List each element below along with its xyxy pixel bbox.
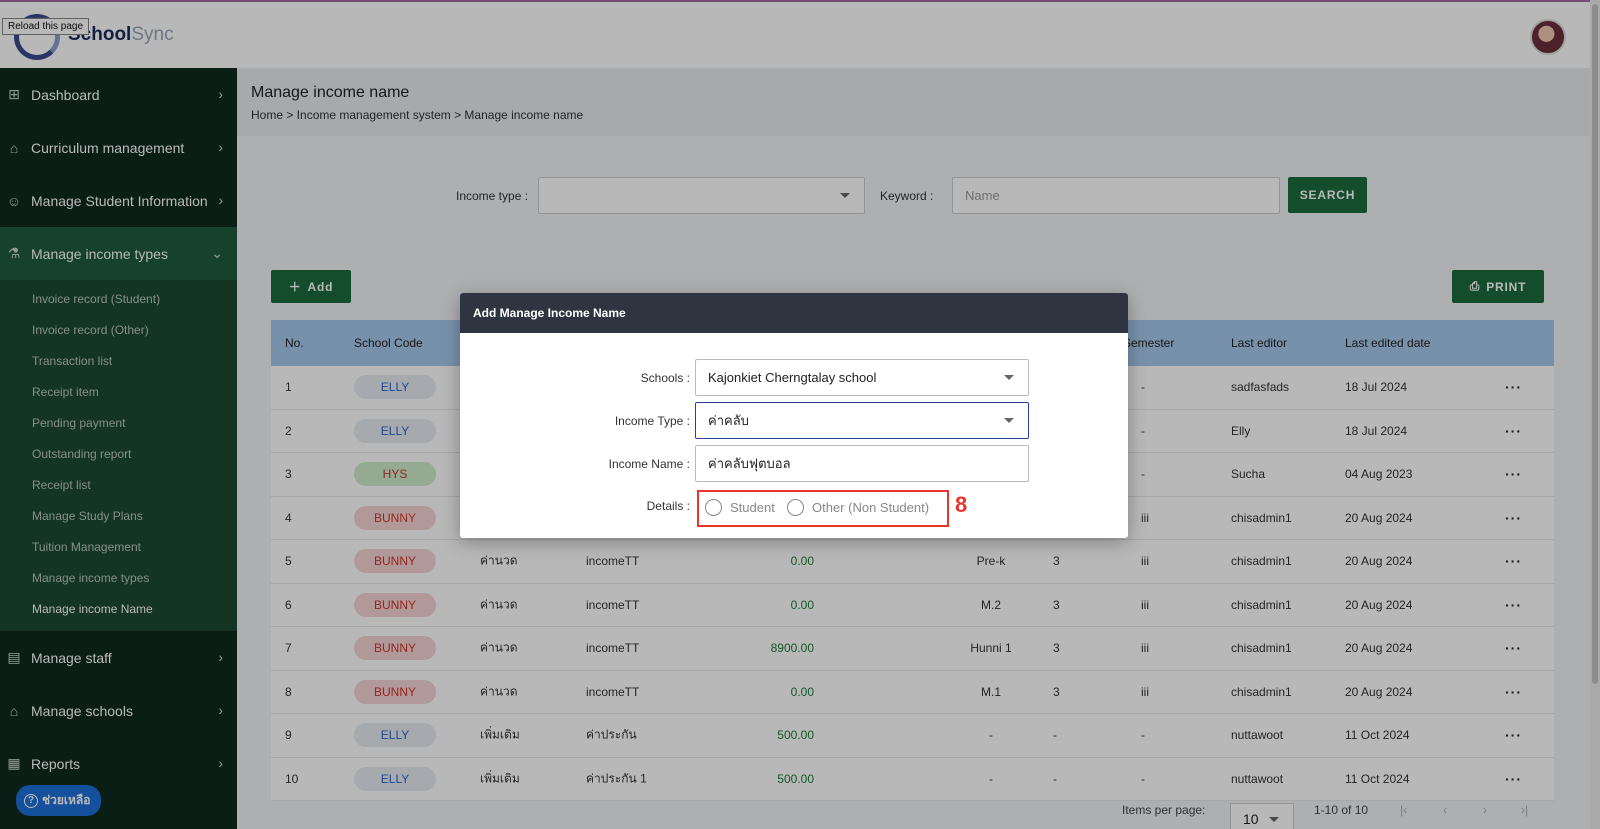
income-type-label: Income Type : <box>614 414 690 428</box>
radio-circle-icon <box>787 499 804 516</box>
schools-select[interactable]: Kajonkiet Cherngtalay school <box>695 359 1029 396</box>
income-name-input[interactable]: ค่าคลับฟุตบอล <box>695 445 1029 482</box>
income-name-label: Income Name : <box>608 457 690 471</box>
income-type-select[interactable]: ค่าคลับ <box>695 402 1029 439</box>
dropdown-caret-icon <box>1004 418 1014 423</box>
details-label: Details : <box>646 499 690 513</box>
radio-circle-icon <box>705 499 722 516</box>
radio-student-label: Student <box>730 500 775 515</box>
radio-student[interactable]: Student <box>705 499 775 516</box>
income-type-select-value: ค่าคลับ <box>708 413 749 428</box>
dialog-title: Add Manage Income Name <box>460 293 1128 333</box>
add-income-name-dialog: Add Manage Income Name Schools : Kajonki… <box>460 293 1128 538</box>
radio-other-non-student[interactable]: Other (Non Student) <box>787 499 929 516</box>
radio-other-label: Other (Non Student) <box>812 500 930 515</box>
schools-label: Schools : <box>640 371 690 385</box>
dropdown-caret-icon <box>1004 375 1014 380</box>
details-radio-group: Student Other (Non Student) <box>697 490 949 527</box>
step-number-annotation: 8 <box>955 492 968 517</box>
schools-select-value: Kajonkiet Cherngtalay school <box>708 370 877 385</box>
